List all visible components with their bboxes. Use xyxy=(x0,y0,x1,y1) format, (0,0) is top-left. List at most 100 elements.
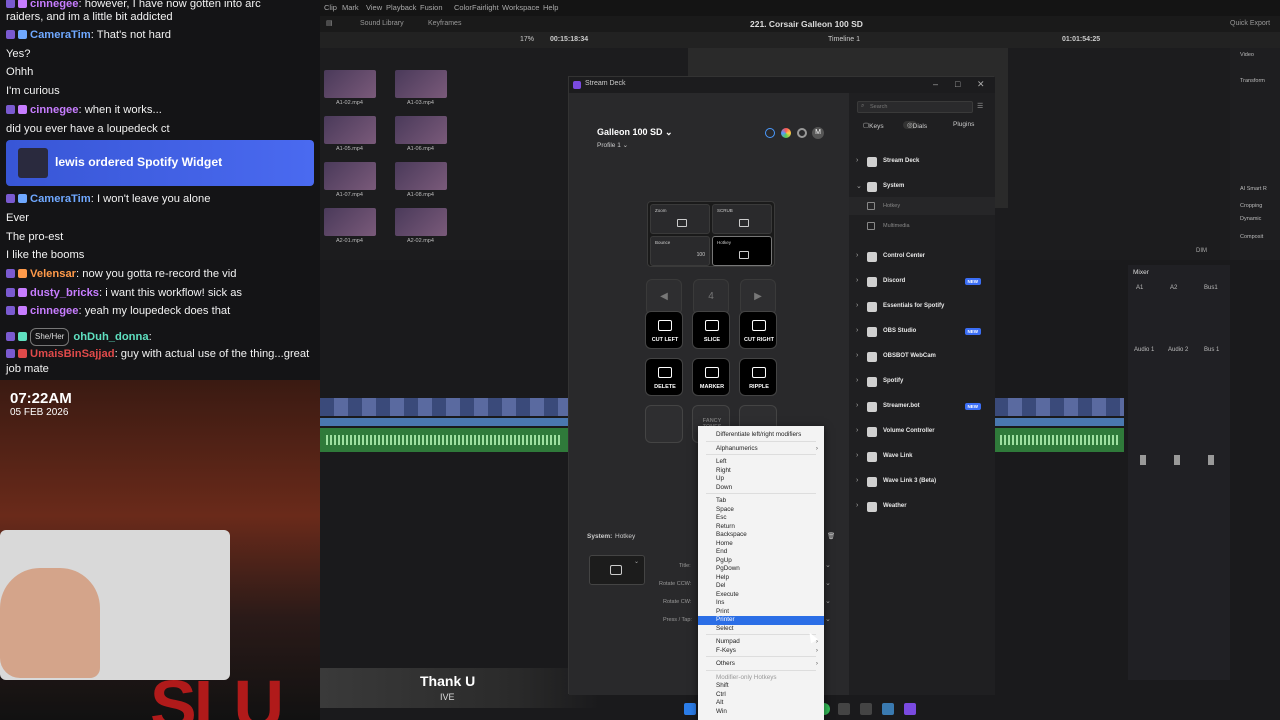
fader-audio1[interactable] xyxy=(1140,455,1146,465)
maximize-button[interactable]: □ xyxy=(955,79,960,89)
menu-item-numpad[interactable]: Numpad › xyxy=(698,638,824,647)
clip-thumbnail[interactable] xyxy=(395,70,447,98)
page-prev-button[interactable]: ◀ xyxy=(646,279,682,315)
tab-plugins[interactable]: Plugins xyxy=(953,121,974,128)
chat-username[interactable]: dusty_bricks xyxy=(30,287,99,299)
menu-item-return[interactable]: Return xyxy=(698,523,824,532)
keyframes-button[interactable]: Keyframes xyxy=(428,20,461,27)
inspector-item[interactable]: Cropping xyxy=(1240,203,1262,209)
minimize-button[interactable]: – xyxy=(933,79,938,89)
dial-bounce[interactable]: Bounce 100 xyxy=(650,236,710,266)
menu-item-select[interactable]: Select xyxy=(698,625,824,634)
page-next-button[interactable]: ▶ xyxy=(740,279,776,315)
inspector-item[interactable]: Composit xyxy=(1240,234,1263,240)
chat-username[interactable]: cinnegee xyxy=(30,104,79,116)
menu-item-help[interactable]: Help xyxy=(698,574,824,583)
menu-item-pgup[interactable]: PgUp xyxy=(698,557,824,566)
chevron-down-icon[interactable]: ⌄ xyxy=(825,561,831,569)
inspector-item[interactable]: AI Smart R xyxy=(1240,186,1267,192)
plugin-weather[interactable]: › Weather xyxy=(849,498,995,516)
dial-hotkey[interactable]: Hotkey xyxy=(712,236,772,266)
menu-item-tab[interactable]: Tab xyxy=(698,497,824,506)
plugin-wave-link-3-beta-[interactable]: › Wave Link 3 (Beta) xyxy=(849,473,995,491)
key-cut-right[interactable]: CUT RIGHT xyxy=(739,311,777,349)
menu-item-execute[interactable]: Execute xyxy=(698,591,824,600)
chat-username[interactable]: UmaisBinSajjad xyxy=(30,348,115,360)
dial-zoom[interactable]: Zoom xyxy=(650,204,710,234)
menu-item-alphanumerics[interactable]: Alphanumerics › xyxy=(698,445,824,454)
dial-scrub[interactable]: SCRUB xyxy=(712,204,772,234)
inspector-item[interactable]: Dynamic xyxy=(1240,216,1261,222)
marketplace-icon[interactable] xyxy=(781,128,791,138)
clip-thumbnail[interactable] xyxy=(324,70,376,98)
menu-item-home[interactable]: Home xyxy=(698,540,824,549)
plugin-stream-deck[interactable]: › Stream Deck xyxy=(849,153,995,171)
list-view-icon[interactable]: ☰ xyxy=(977,102,983,110)
chat-username[interactable]: cinnegee xyxy=(30,305,79,317)
key-ripple[interactable]: RIPPLE xyxy=(739,358,777,396)
quick-export-button[interactable]: Quick Export xyxy=(1230,20,1270,27)
key-cut-left[interactable]: CUT LEFT xyxy=(645,311,683,349)
device-selector[interactable]: Galleon 100 SD ⌄ xyxy=(597,127,673,138)
menu-item-ins[interactable]: Ins xyxy=(698,599,824,608)
plugin-obsbot-webcam[interactable]: › OBSBOT WebCam xyxy=(849,348,995,366)
chevron-down-icon[interactable]: ⌄ xyxy=(825,579,831,587)
menu-item-esc[interactable]: Esc xyxy=(698,514,824,523)
chat-username[interactable]: CameraTim xyxy=(30,193,91,205)
menu-item-shift[interactable]: Shift xyxy=(698,682,824,691)
clip-thumbnail[interactable] xyxy=(324,208,376,236)
plugin-system[interactable]: ⌄ System xyxy=(849,178,995,196)
clip-thumbnail[interactable] xyxy=(324,162,376,190)
chat-username[interactable]: ohDuh_donna xyxy=(73,331,148,343)
sound-library-icon[interactable]: ▤ xyxy=(326,19,333,27)
app-taskbar-icon[interactable] xyxy=(860,703,872,715)
menu-item[interactable]: Color xyxy=(454,3,472,12)
menu-item-backspace[interactable]: Backspace xyxy=(698,531,824,540)
menu-item[interactable]: Fairlight xyxy=(472,3,499,12)
menu-item-printer[interactable]: Printer xyxy=(698,616,824,625)
key-delete[interactable]: DELETE xyxy=(645,358,683,396)
menu-item-others[interactable]: Others › xyxy=(698,660,824,669)
close-button[interactable]: ✕ xyxy=(977,79,985,90)
action-hotkey[interactable]: Hotkey xyxy=(849,197,995,215)
fader-audio2[interactable] xyxy=(1174,455,1180,465)
video-track-clip[interactable] xyxy=(320,398,568,416)
settings-gear-icon[interactable] xyxy=(797,128,807,138)
chevron-down-icon[interactable]: ⌄ xyxy=(825,597,831,605)
zoom-level[interactable]: 17% xyxy=(520,36,534,43)
key-slice[interactable]: SLICE xyxy=(692,311,730,349)
plugin-control-center[interactable]: › Control Center xyxy=(849,248,995,266)
tab-keys[interactable]: ▢ Keys xyxy=(863,121,884,130)
plugin-volume-controller[interactable]: › Volume Controller xyxy=(849,423,995,441)
action-multimedia[interactable]: Multimedia xyxy=(849,217,995,235)
clip-thumbnail[interactable] xyxy=(395,208,447,236)
menu-item-right[interactable]: Right xyxy=(698,467,824,476)
trash-icon[interactable]: 🗑 xyxy=(827,532,835,540)
plugin-obs-studio[interactable]: › OBS Studio NEW xyxy=(849,323,995,341)
key-marker[interactable]: MARKER xyxy=(692,358,730,396)
clip-thumbnail[interactable] xyxy=(395,116,447,144)
menu-item[interactable]: Help xyxy=(543,3,558,12)
clip-thumbnail[interactable] xyxy=(395,162,447,190)
stream-deck-taskbar-icon[interactable] xyxy=(904,703,916,715)
menu-item-del[interactable]: Del xyxy=(698,582,824,591)
plugin-spotify[interactable]: › Spotify xyxy=(849,373,995,391)
clip-thumbnail[interactable] xyxy=(324,116,376,144)
inspector-item[interactable]: Video xyxy=(1240,52,1254,58)
menu-item-win[interactable]: Win xyxy=(698,708,824,717)
action-preview[interactable]: ⌄ xyxy=(589,555,645,585)
start-icon[interactable] xyxy=(684,703,696,715)
avatar[interactable]: M xyxy=(812,127,824,139)
plugin-streamer-bot[interactable]: › Streamer.bot NEW xyxy=(849,398,995,416)
sound-library-button[interactable]: Sound Library xyxy=(360,20,404,27)
menu-item-pgdown[interactable]: PgDown xyxy=(698,565,824,574)
menu-item[interactable]: Mark xyxy=(342,3,359,12)
tab-dials[interactable]: ◎ Dials xyxy=(903,121,927,130)
menu-item-alt[interactable]: Alt xyxy=(698,699,824,708)
plugin-discord[interactable]: › Discord NEW xyxy=(849,273,995,291)
menu-item-space[interactable]: Space xyxy=(698,506,824,515)
plugin-wave-link[interactable]: › Wave Link xyxy=(849,448,995,466)
menu-item-end[interactable]: End xyxy=(698,548,824,557)
notification-icon[interactable] xyxy=(765,128,775,138)
menu-item[interactable]: Fusion xyxy=(420,3,443,12)
